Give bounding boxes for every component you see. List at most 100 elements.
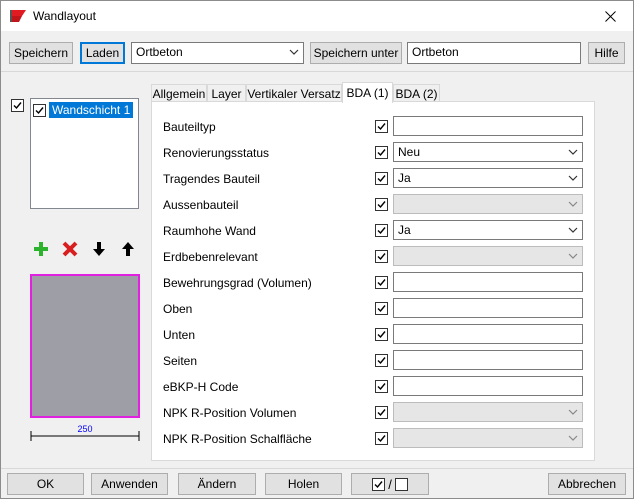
property-label: Seiten [163,354,198,368]
property-select[interactable] [393,428,583,448]
chevron-down-icon [568,435,578,441]
property-label: Oben [163,302,193,316]
checked-box-icon [372,477,386,491]
property-select[interactable]: Ja [393,220,583,240]
fetch-button[interactable]: Holen [265,473,342,495]
move-down-button[interactable] [89,239,109,259]
delete-layer-button[interactable] [60,239,80,259]
tab-layer[interactable]: Layer [207,84,246,102]
property-label: Bauteiltyp [163,120,216,134]
property-label: NPK R-Position Schalfläche [163,432,312,446]
checkmark-icon [377,409,386,417]
tab-bda-2[interactable]: BDA (2) [393,84,440,102]
property-checkbox[interactable] [375,432,388,445]
chevron-down-icon [568,409,578,415]
dimension-line [30,431,140,441]
property-checkbox[interactable] [375,224,388,237]
ok-button[interactable]: OK [7,473,84,495]
property-label: Renovierungsstatus [163,146,270,160]
save-as-button[interactable]: Speichern unter [310,42,402,64]
property-input[interactable] [393,272,583,292]
arrow-up-icon [122,242,134,256]
property-label: Unten [163,328,196,342]
layer-list[interactable]: Wandschicht 1 [30,98,139,209]
save-button[interactable]: Speichern [9,42,73,64]
property-label: Erdbebenrelevant [163,250,258,264]
checkmark-icon [35,106,44,114]
layer-preview [30,274,140,418]
template-select-value: Ortbeton [136,45,183,59]
property-checkbox[interactable] [375,198,388,211]
footer-divider [1,468,633,469]
toolbar-divider [1,71,633,72]
checkmark-icon [377,279,386,287]
property-input[interactable] [393,376,583,396]
cancel-button[interactable]: Abbrechen [548,473,626,495]
checkmark-icon [377,253,386,261]
property-checkbox[interactable] [375,354,388,367]
property-select[interactable] [393,194,583,214]
arrow-down-icon [93,242,105,256]
checkmark-icon [377,331,386,339]
toggle-separator: / [388,476,392,492]
property-input[interactable] [393,350,583,370]
checkmark-icon [377,149,386,157]
close-button[interactable] [587,1,633,31]
property-select[interactable]: Neu [393,142,583,162]
property-label: Aussenbauteil [163,198,239,212]
chevron-down-icon [568,149,578,155]
property-checkbox[interactable] [375,276,388,289]
app-logo-icon [10,10,26,22]
chevron-down-icon [568,175,578,181]
list-item[interactable]: Wandschicht 1 [33,102,134,118]
property-select[interactable] [393,246,583,266]
help-button[interactable]: Hilfe [588,42,625,64]
move-up-button[interactable] [118,239,138,259]
property-label: Raumhohe Wand [163,224,256,238]
property-checkbox[interactable] [375,302,388,315]
chevron-down-icon [568,201,578,207]
window-title: Wandlayout [33,9,96,23]
property-input[interactable] [393,116,583,136]
change-button[interactable]: Ändern [178,473,256,495]
name-input[interactable]: Ortbeton [407,42,581,64]
tab-vertikaler-versatz[interactable]: Vertikaler Versatz [246,84,342,102]
tab-allgemein[interactable]: Allgemein [151,84,207,102]
property-input[interactable] [393,324,583,344]
checkmark-icon [377,201,386,209]
template-select[interactable]: Ortbeton [131,42,304,64]
add-layer-button[interactable] [31,239,51,259]
load-button[interactable]: Laden [80,42,125,64]
property-input[interactable] [393,298,583,318]
property-checkbox[interactable] [375,172,388,185]
property-checkbox[interactable] [375,406,388,419]
property-checkbox[interactable] [375,380,388,393]
checkmark-icon [377,357,386,365]
property-label: Tragendes Bauteil [163,172,260,186]
toggle-all-button[interactable]: / [351,473,429,495]
layer-label: Wandschicht 1 [49,102,134,118]
tab-bda-1[interactable]: BDA (1) [342,82,393,103]
property-select[interactable]: Ja [393,168,583,188]
checkmark-icon [13,102,22,110]
dialog-window: Wandlayout Speichern Laden Ortbeton Spei… [0,0,634,499]
chevron-down-icon [289,49,299,55]
property-label: eBKP-H Code [163,380,239,394]
layer-checkbox[interactable] [33,103,46,117]
unchecked-box-icon [394,477,408,491]
apply-button[interactable]: Anwenden [91,473,168,495]
property-checkbox[interactable] [375,250,388,263]
property-select[interactable] [393,402,583,422]
property-checkbox[interactable] [375,146,388,159]
property-value: Neu [398,145,421,159]
property-value: Ja [398,223,411,237]
all-layers-checkbox[interactable] [11,99,24,112]
plus-icon [34,242,48,256]
properties-panel: Bauteiltyp Renovierungsstatus Neu Tragendes… [151,101,595,461]
title-bar: Wandlayout [1,1,633,31]
checkmark-icon [377,123,386,131]
property-checkbox[interactable] [375,328,388,341]
chevron-down-icon [568,227,578,233]
checkmark-icon [377,383,386,391]
property-checkbox[interactable] [375,120,388,133]
